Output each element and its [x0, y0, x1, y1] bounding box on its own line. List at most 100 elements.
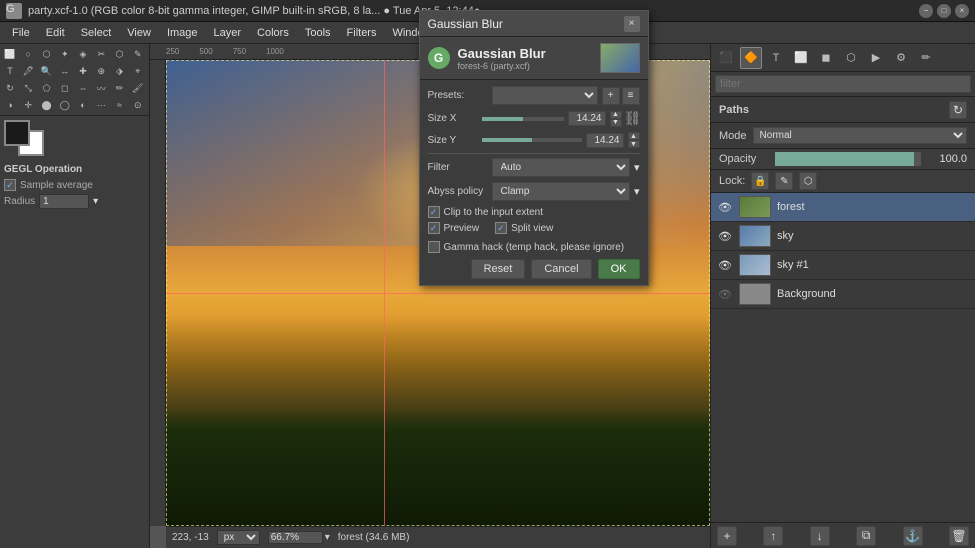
minimize-button[interactable]: −: [919, 4, 933, 18]
tool-rectangle[interactable]: ⬜: [2, 46, 18, 62]
tool-scissors[interactable]: ✂: [93, 46, 109, 62]
lock-position-button[interactable]: ✎: [775, 172, 793, 190]
opacity-slider[interactable]: [775, 152, 921, 166]
menu-layer[interactable]: Layer: [206, 25, 250, 41]
tool-blur-tool[interactable]: ⊙: [130, 97, 146, 113]
sample-average-checkbox[interactable]: [4, 179, 16, 191]
zoom-dropdown-icon[interactable]: ▾: [325, 532, 330, 543]
tool-rotate[interactable]: ↻: [2, 80, 18, 96]
close-button[interactable]: ×: [955, 4, 969, 18]
play-icon-btn[interactable]: ▶: [865, 47, 887, 69]
tool-erase[interactable]: ◑: [2, 97, 18, 113]
layers-icon-btn[interactable]: ⬛: [715, 47, 737, 69]
text-icon-btn[interactable]: T: [765, 47, 787, 69]
layer-visibility-sky1[interactable]: 👁: [717, 257, 733, 273]
tool-heal[interactable]: ✛: [20, 97, 36, 113]
lock-pixels-button[interactable]: 🔒: [751, 172, 769, 190]
tool-smudge[interactable]: ≈: [112, 97, 128, 113]
tool-dodge[interactable]: ◐: [75, 97, 91, 113]
tool-scale[interactable]: ⤡: [20, 80, 36, 96]
xy-chain-link[interactable]: ⛓: [626, 110, 640, 127]
tool-clone[interactable]: ⋯: [93, 97, 109, 113]
split-view-checkbox[interactable]: [495, 222, 507, 234]
layer-visibility-background[interactable]: 👁: [717, 286, 733, 302]
tool-measure[interactable]: ↔: [57, 63, 73, 79]
tool-brush[interactable]: 🖌: [130, 80, 146, 96]
tool-perspective[interactable]: ◻: [57, 80, 73, 96]
cancel-button[interactable]: Cancel: [531, 259, 591, 279]
size-x-slider[interactable]: [482, 117, 564, 121]
layer-item-sky[interactable]: 👁 sky: [711, 222, 975, 251]
menu-view[interactable]: View: [119, 25, 159, 41]
foreground-color-swatch[interactable]: [4, 120, 30, 146]
filter-input[interactable]: [715, 75, 971, 93]
channels-icon-btn[interactable]: 🔶: [740, 47, 762, 69]
abyss-select[interactable]: Clamp Loop Black: [492, 182, 630, 201]
tool-shear[interactable]: ⬠: [39, 80, 55, 96]
clip-checkbox[interactable]: [428, 206, 440, 218]
raise-layer-button[interactable]: ↑: [763, 526, 783, 546]
tool-gradient[interactable]: ◯: [57, 97, 73, 113]
tool-warp[interactable]: 〰: [93, 80, 109, 96]
tool-fuzzy[interactable]: ✦: [57, 46, 73, 62]
size-y-input[interactable]: [586, 133, 624, 148]
tool-move[interactable]: ✚: [75, 63, 91, 79]
blur-close-button[interactable]: ×: [624, 16, 640, 32]
preset-add-button[interactable]: +: [602, 87, 620, 105]
radius-input[interactable]: [39, 194, 89, 209]
filter-select[interactable]: Auto IIR RLE: [492, 158, 630, 177]
tool-color-picker[interactable]: 🖋: [20, 63, 36, 79]
delete-layer-button[interactable]: 🗑: [949, 526, 969, 546]
menu-edit[interactable]: Edit: [38, 25, 73, 41]
duplicate-layer-button[interactable]: ⧉: [856, 526, 876, 546]
size-y-up[interactable]: ▲: [628, 132, 640, 140]
tool-text[interactable]: T: [2, 63, 18, 79]
layer-visibility-forest[interactable]: 👁: [717, 199, 733, 215]
paths-refresh-button[interactable]: ↻: [949, 101, 967, 119]
size-x-input[interactable]: [568, 111, 606, 126]
menu-image[interactable]: Image: [159, 25, 206, 41]
preset-menu-button[interactable]: ≡: [622, 87, 640, 105]
menu-colors[interactable]: Colors: [249, 25, 297, 41]
tool-select-color[interactable]: ◈: [75, 46, 91, 62]
tool-ellipse[interactable]: ○: [20, 46, 36, 62]
tool-foreground[interactable]: ⬡: [112, 46, 128, 62]
ok-button[interactable]: OK: [598, 259, 640, 279]
unit-select[interactable]: px in mm: [217, 530, 260, 545]
layer-item-background[interactable]: 👁 Background: [711, 280, 975, 309]
new-layer-button[interactable]: +: [717, 526, 737, 546]
gamma-checkbox[interactable]: [428, 241, 440, 253]
settings-icon-btn[interactable]: ⚙: [890, 47, 912, 69]
tool-pencil[interactable]: ✏: [112, 80, 128, 96]
lower-layer-button[interactable]: ↓: [810, 526, 830, 546]
menu-file[interactable]: File: [4, 25, 38, 41]
tool-flip[interactable]: ⇔: [75, 80, 91, 96]
menu-filters[interactable]: Filters: [339, 25, 385, 41]
history-icon-btn[interactable]: ◼: [815, 47, 837, 69]
size-x-up[interactable]: ▲: [610, 111, 622, 119]
edit-icon-btn[interactable]: ✏: [915, 47, 937, 69]
reset-button[interactable]: Reset: [471, 259, 526, 279]
lock-alpha-button[interactable]: ⬡: [799, 172, 817, 190]
layer-item-forest[interactable]: 👁 forest: [711, 193, 975, 222]
size-y-slider[interactable]: [482, 138, 582, 142]
layer-item-sky1[interactable]: 👁 sky #1: [711, 251, 975, 280]
zoom-input[interactable]: [268, 531, 323, 544]
color-pair[interactable]: [4, 120, 44, 156]
mode-select[interactable]: Normal Multiply Screen: [753, 127, 967, 144]
layer-visibility-sky[interactable]: 👁: [717, 228, 733, 244]
paths-icon-btn[interactable]: ⬜: [790, 47, 812, 69]
size-y-down[interactable]: ▼: [628, 140, 640, 148]
size-x-down[interactable]: ▼: [610, 119, 622, 127]
maximize-button[interactable]: □: [937, 4, 951, 18]
menu-select[interactable]: Select: [73, 25, 120, 41]
tool-transform[interactable]: ⬗: [112, 63, 128, 79]
window-controls[interactable]: − □ ×: [919, 4, 969, 18]
anchor-layer-button[interactable]: ⚓: [903, 526, 923, 546]
tool-magnify[interactable]: 🔍: [39, 63, 55, 79]
preview-checkbox[interactable]: [428, 222, 440, 234]
presets-select[interactable]: [492, 86, 598, 105]
tool-path[interactable]: ✎: [130, 46, 146, 62]
brushes-icon-btn[interactable]: ⬡: [840, 47, 862, 69]
tool-align[interactable]: ⊕: [93, 63, 109, 79]
